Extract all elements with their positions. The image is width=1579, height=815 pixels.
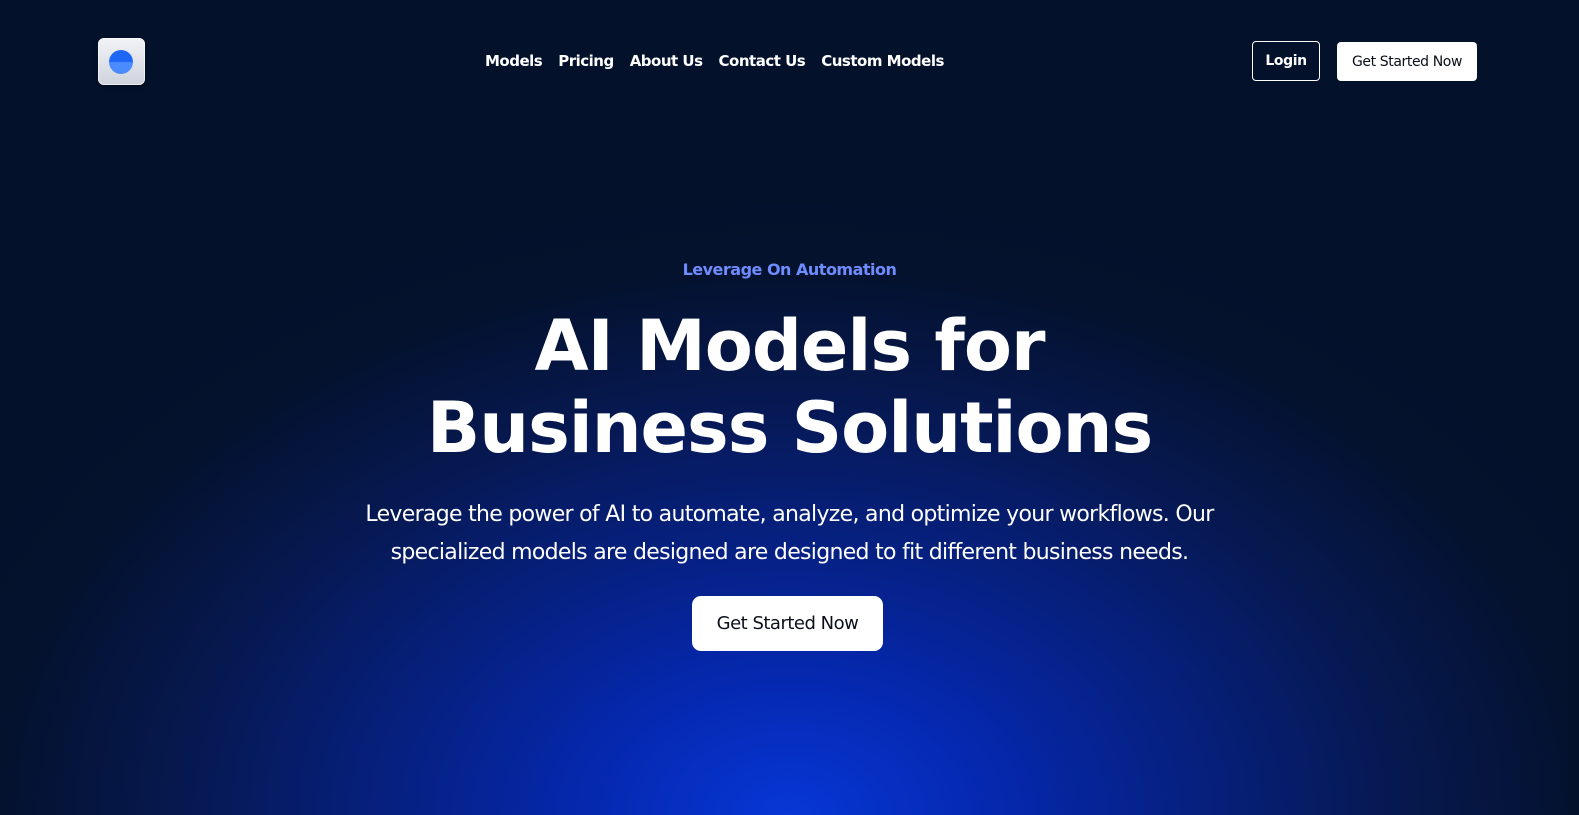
hero-headline-line-2: Business Solutions xyxy=(426,387,1153,469)
hero-eyebrow: Leverage On Automation xyxy=(682,260,897,279)
main-nav: Models Pricing About Us Contact Us Custo… xyxy=(485,50,952,72)
nav-item-contact-us[interactable]: Contact Us xyxy=(711,50,814,72)
hero-get-started-button[interactable]: Get Started Now xyxy=(692,596,883,651)
hero-headline-line-1: AI Models for xyxy=(534,305,1045,387)
nav-item-models[interactable]: Models xyxy=(485,50,550,72)
hero-headline: AI Models for Business Solutions xyxy=(0,305,1579,469)
hero-description: Leverage the power of AI to automate, an… xyxy=(365,502,1214,565)
nav-item-about-us[interactable]: About Us xyxy=(622,50,711,72)
brand-logo[interactable] xyxy=(98,38,145,85)
header-get-started-button[interactable]: Get Started Now xyxy=(1337,42,1477,81)
nav-item-custom-models[interactable]: Custom Models xyxy=(813,50,952,72)
brand-logo-icon xyxy=(109,50,133,74)
login-button[interactable]: Login xyxy=(1252,41,1320,81)
nav-item-pricing[interactable]: Pricing xyxy=(550,50,621,72)
